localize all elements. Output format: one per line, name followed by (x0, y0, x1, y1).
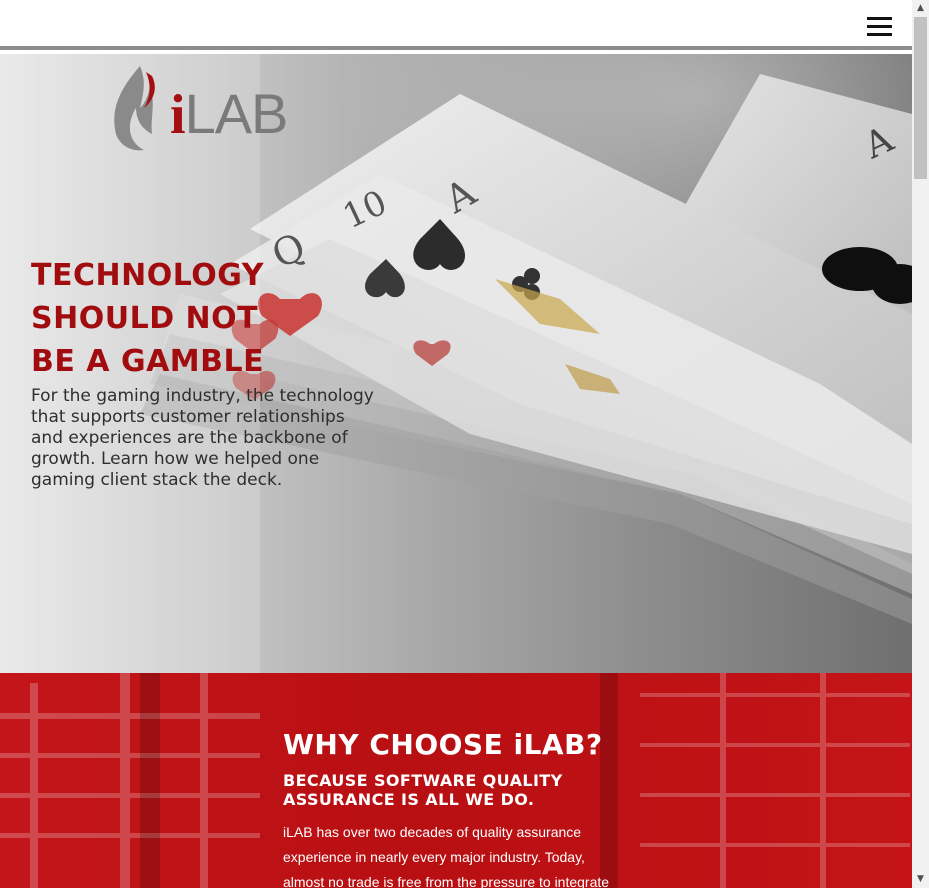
hero-banner: A Q 10 A iLAB TECHNOLOGY SHOULD NOT BE A… (0, 54, 912, 673)
page-scrollbar[interactable]: ▲ ▼ (912, 0, 929, 888)
ilab-logo[interactable]: iLAB (110, 64, 320, 154)
scroll-down-arrow-icon[interactable]: ▼ (912, 871, 929, 888)
hamburger-line (867, 17, 892, 20)
hero-heading-line: TECHNOLOGY (31, 258, 264, 293)
description-line: iLAB has over two decades of quality ass… (283, 824, 582, 840)
top-navigation-bar (0, 0, 912, 50)
hero-description: For the gaming industry, the technology … (31, 386, 374, 490)
scrollbar-thumb[interactable] (914, 17, 927, 179)
hero-heading: TECHNOLOGY SHOULD NOT BE A GAMBLE (31, 254, 351, 383)
description-line: almost no trade is free from the pressur… (283, 874, 610, 888)
description-line: experience in nearly every major industr… (283, 849, 585, 865)
logo-i-letter: i (170, 84, 186, 146)
flame-icon (114, 66, 155, 151)
hamburger-line (867, 33, 892, 36)
hamburger-menu-icon[interactable] (867, 17, 892, 37)
why-choose-heading: WHY CHOOSE iLAB? (283, 728, 603, 761)
scroll-up-arrow-icon[interactable]: ▲ (912, 0, 929, 17)
why-choose-subheading: BECAUSE SOFTWARE QUALITY ASSURANCE IS AL… (283, 771, 563, 809)
why-choose-description: iLAB has over two decades of quality ass… (283, 820, 628, 888)
hamburger-line (867, 25, 892, 28)
hero-heading-line: BE A GAMBLE (31, 344, 265, 379)
why-choose-section: WHY CHOOSE iLAB? BECAUSE SOFTWARE QUALIT… (0, 673, 912, 888)
logo-lab-letters: LAB (184, 82, 289, 145)
logo-wordmark: iLAB (170, 84, 288, 146)
hero-heading-line: SHOULD NOT (31, 301, 259, 336)
